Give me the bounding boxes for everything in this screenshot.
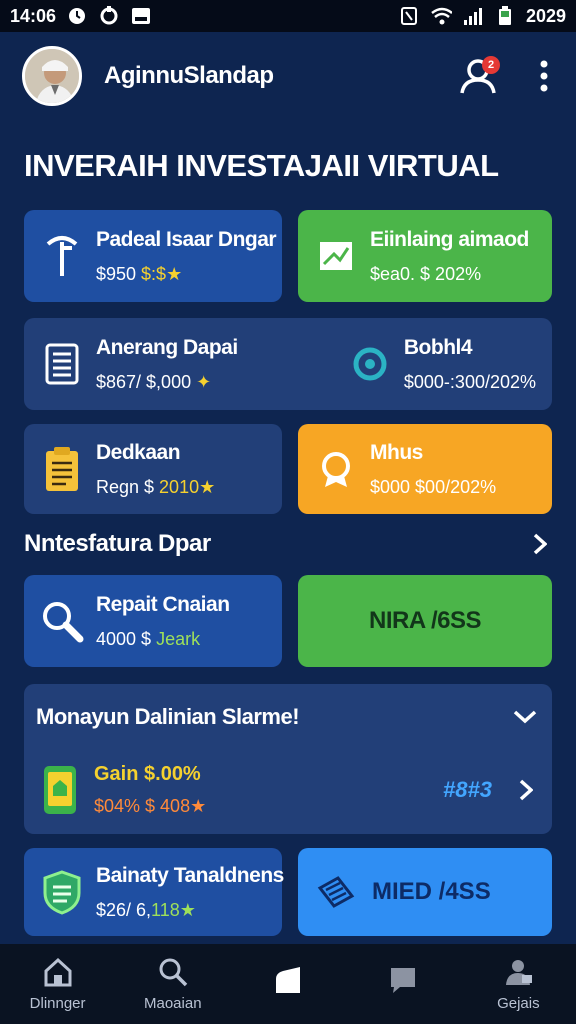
card-value-accent: 118★ bbox=[151, 899, 196, 920]
card-value: $000-:300/202% bbox=[403, 371, 536, 392]
card-title: Eiinlaing aimaod bbox=[370, 227, 529, 251]
card-value-accent: 2010★ bbox=[159, 476, 216, 497]
card-title: Padeal Isaar Dngar bbox=[96, 227, 277, 251]
ticket-icon bbox=[314, 870, 358, 914]
section-title: Nntesfatura Dpar bbox=[24, 530, 211, 557]
card-value-text: $26/ 6, bbox=[96, 899, 152, 920]
section-header[interactable]: Nntesfatura Dpar bbox=[24, 526, 552, 562]
username: AginnuSlandap bbox=[104, 62, 274, 89]
pin-icon bbox=[40, 234, 84, 278]
card-title: Repait Cnaian bbox=[96, 592, 230, 616]
nav-item-active[interactable] bbox=[238, 944, 338, 1024]
nfc-icon bbox=[398, 6, 420, 26]
card-value-accent: Jeark bbox=[156, 628, 201, 649]
signal-icon bbox=[462, 6, 484, 26]
status-right-text: 2029 bbox=[525, 5, 566, 26]
nav-label: Dlinnger bbox=[29, 994, 86, 1012]
expandable-panel: Monayun Dalinian Slarme! Gain $.00% $04%… bbox=[24, 684, 552, 834]
investment-card-6[interactable]: Mhus $000 $00/202% bbox=[298, 424, 552, 514]
status-time: 14:06 bbox=[10, 5, 57, 26]
nav-item-profile[interactable]: Gejais bbox=[468, 944, 568, 1024]
card-value-accent: $:$★ bbox=[141, 263, 183, 284]
nav-item-search[interactable]: Maoaian bbox=[123, 944, 223, 1024]
notification-badge: 2 bbox=[482, 56, 500, 74]
investment-card-9[interactable]: Bainaty Tanaldnens $26/ 6,118★ bbox=[24, 848, 284, 936]
image-icon bbox=[130, 6, 152, 26]
user-photo-icon bbox=[25, 49, 79, 103]
search-icon bbox=[159, 958, 188, 986]
home-icon bbox=[44, 957, 72, 986]
sync-icon bbox=[98, 6, 120, 26]
card-value: $950 $:$★ bbox=[96, 264, 276, 285]
page-title: INVERAIH INVESTAJAII VIRTUAL bbox=[24, 148, 499, 183]
card-title: Mhus bbox=[370, 440, 423, 464]
document-icon bbox=[40, 342, 84, 386]
nav-item-home[interactable]: Dlinnger bbox=[8, 944, 108, 1024]
chevron-right-icon[interactable] bbox=[514, 778, 538, 802]
clock-icon bbox=[66, 6, 88, 26]
notification-button[interactable]: 2 bbox=[456, 54, 500, 98]
investment-card-3[interactable]: Anerang Dapai $867/ $,000 ✦ Bobhl4 $000-… bbox=[24, 318, 552, 410]
app-header: AginnuSlandap 2 bbox=[0, 38, 576, 114]
shield-icon bbox=[40, 870, 84, 915]
clipboard-icon bbox=[40, 447, 84, 491]
status-bar: 14:06 2029 bbox=[0, 0, 576, 32]
award-icon bbox=[314, 447, 358, 491]
card-value: $000 $00/202% bbox=[370, 476, 497, 497]
nav-label: Gejais bbox=[497, 994, 540, 1012]
card-title: Bainaty Tanaldnens bbox=[96, 863, 284, 887]
chevron-down-icon[interactable] bbox=[510, 702, 540, 732]
card-value: $867/ $,000 ✦ bbox=[96, 372, 302, 393]
chevron-right-icon[interactable] bbox=[528, 532, 552, 556]
more-options-button[interactable] bbox=[534, 54, 554, 98]
action-label: MIED /4SS bbox=[372, 878, 491, 905]
more-vertical-icon bbox=[540, 60, 548, 92]
investment-card-5[interactable]: Dedkaan Regn $ 2010★ bbox=[24, 424, 282, 514]
avatar[interactable] bbox=[22, 46, 82, 106]
investment-card-7[interactable]: Repait Cnaian 4000 $ Jeark bbox=[24, 575, 282, 667]
chat-icon bbox=[391, 968, 416, 993]
investment-card-2[interactable]: Eiinlaing aimaod $ea0. $ 202% bbox=[298, 210, 552, 302]
card-title: Dedkaan bbox=[96, 440, 181, 464]
panel-item[interactable]: Gain $.00% $04% $ 408★ #8#3 bbox=[38, 762, 538, 818]
card-title: Anerang Dapai bbox=[96, 335, 238, 359]
phone-icon bbox=[38, 766, 82, 814]
card-value-text: $867/ $,000 bbox=[96, 371, 197, 392]
panel-title: Monayun Dalinian Slarme! bbox=[36, 704, 300, 729]
action-label: NIRA /6SS bbox=[369, 607, 481, 634]
nav-label: Maoaian bbox=[144, 994, 202, 1012]
card-value: 4000 $ Jeark bbox=[96, 629, 230, 650]
battery-icon bbox=[494, 6, 516, 26]
ring-icon bbox=[348, 342, 392, 386]
card-value: $ea0. $ 202% bbox=[370, 263, 482, 284]
investment-card-1[interactable]: Padeal Isaar Dngar $950 $:$★ bbox=[24, 210, 282, 302]
tag-icon bbox=[275, 967, 300, 993]
profile-icon bbox=[506, 959, 533, 985]
card-value-text: Regn $ bbox=[96, 476, 160, 497]
card-value: Regn $ 2010★ bbox=[96, 477, 215, 498]
card-title: Bobhl4 bbox=[403, 335, 473, 359]
action-card-blue[interactable]: MIED /4SS bbox=[298, 848, 552, 936]
card-value-text: $950 bbox=[96, 263, 142, 284]
card-value-text: 4000 $ bbox=[96, 628, 157, 649]
bottom-nav: Dlinnger Maoaian Gejais bbox=[0, 944, 576, 1024]
wifi-icon bbox=[430, 6, 452, 26]
panel-tag: #8#3 bbox=[443, 777, 492, 802]
card-value: $26/ 6,118★ bbox=[96, 900, 284, 921]
panel-sub: $04% $ 408★ bbox=[94, 796, 207, 816]
chart-icon bbox=[314, 234, 358, 278]
nav-item-chat[interactable] bbox=[353, 944, 453, 1024]
search-icon bbox=[40, 599, 84, 643]
card-value-accent: ✦ bbox=[196, 371, 212, 392]
action-card-green[interactable]: NIRA /6SS bbox=[298, 575, 552, 667]
panel-amount: Gain $.00% bbox=[94, 763, 201, 785]
